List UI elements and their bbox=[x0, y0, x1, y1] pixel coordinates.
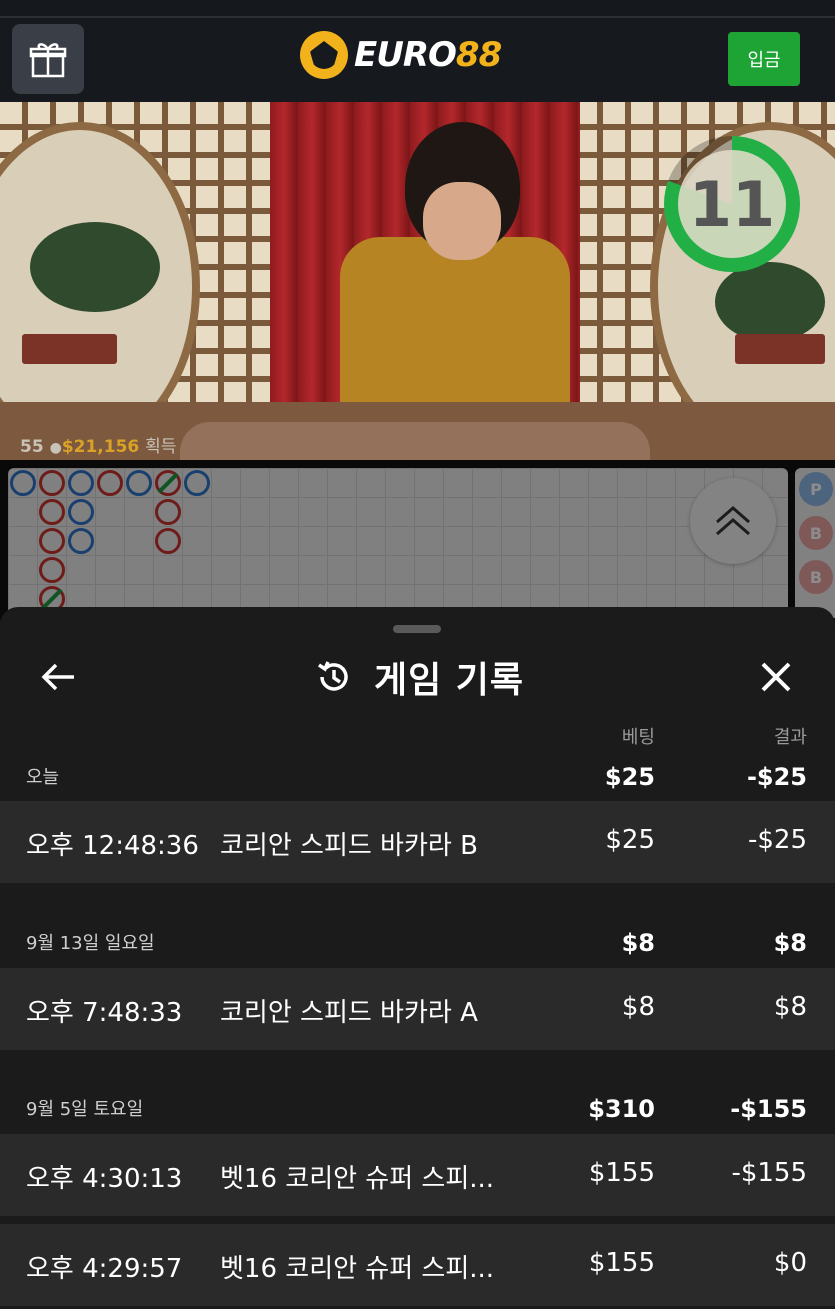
section-result-total: $8 bbox=[773, 929, 807, 957]
countdown-number: 11 bbox=[688, 167, 776, 241]
history-icon bbox=[318, 661, 348, 691]
dim-overlay bbox=[0, 460, 835, 620]
row-game: 벳16 코리안 슈퍼 스피... bbox=[220, 1254, 495, 1284]
countdown-timer: 11 bbox=[664, 136, 800, 272]
row-bet: $25 bbox=[605, 825, 655, 855]
row-bet: $155 bbox=[588, 1248, 655, 1278]
live-dealer-video: 11 55 ●$21,156 획득 bbox=[0, 102, 835, 460]
row-game: 코리안 스피드 바카라 A bbox=[220, 998, 478, 1028]
section-result-total: -$25 bbox=[746, 763, 807, 791]
row-bet: $8 bbox=[621, 992, 655, 1022]
person-icon: ● bbox=[49, 440, 62, 456]
soccer-ball-icon bbox=[300, 31, 348, 79]
history-row[interactable]: 오후 4:29:57 벳16 코리안 슈퍼 스피... $155 $0 bbox=[0, 1224, 835, 1306]
panel-title: 게임 기록 bbox=[314, 651, 524, 703]
win-info: 55 ●$21,156 획득 bbox=[20, 432, 176, 457]
section-bet-total: $310 bbox=[588, 1095, 655, 1123]
row-time: 오후 4:29:57 bbox=[26, 1254, 183, 1284]
date-section-header: 9월 13일 일요일 $8 $8 bbox=[0, 909, 835, 967]
title-text: 게임 기록 bbox=[374, 660, 525, 701]
row-game: 코리안 스피드 바카라 B bbox=[220, 831, 478, 861]
gift-icon bbox=[29, 43, 67, 78]
win-suffix: 획득 bbox=[145, 437, 177, 457]
section-result-total: -$155 bbox=[730, 1095, 807, 1123]
row-result: -$25 bbox=[747, 825, 807, 855]
row-time: 오후 12:48:36 bbox=[26, 831, 199, 861]
row-result: $8 bbox=[773, 992, 807, 1022]
history-row[interactable]: 오후 7:48:33 코리안 스피드 바카라 A $8 $8 bbox=[0, 968, 835, 1050]
row-result: -$155 bbox=[731, 1158, 807, 1188]
back-button[interactable] bbox=[30, 652, 86, 702]
section-bet-total: $25 bbox=[604, 763, 655, 791]
close-icon bbox=[761, 662, 791, 692]
date-section-header: 오늘 $25 -$25 bbox=[0, 743, 835, 801]
section-date: 9월 13일 일요일 bbox=[26, 933, 155, 954]
arrow-left-icon bbox=[41, 663, 74, 691]
history-row[interactable]: 오후 12:48:36 코리안 스피드 바카라 B $25 -$25 bbox=[0, 801, 835, 883]
row-time: 오후 4:30:13 bbox=[26, 1164, 183, 1194]
row-result: $0 bbox=[773, 1248, 807, 1278]
close-button[interactable] bbox=[748, 652, 804, 702]
deposit-button[interactable]: 입금 bbox=[728, 32, 800, 86]
euro88-logo[interactable]: EURO88 bbox=[300, 30, 502, 80]
gift-button[interactable] bbox=[12, 24, 84, 94]
players-count: 55 bbox=[20, 437, 44, 457]
win-amount: $21,156 bbox=[61, 437, 140, 457]
logo-text: EURO88 bbox=[354, 35, 502, 75]
game-history-panel: 게임 기록 베팅 결과 오늘 $25 -$25 오후 12:48:36 코리안 … bbox=[0, 607, 835, 1309]
row-bet: $155 bbox=[588, 1158, 655, 1188]
row-time: 오후 7:48:33 bbox=[26, 998, 183, 1028]
date-section-header: 9월 5일 토요일 $310 -$155 bbox=[0, 1075, 835, 1133]
section-date: 9월 5일 토요일 bbox=[26, 1099, 144, 1120]
drag-handle[interactable] bbox=[393, 625, 441, 633]
status-strip bbox=[0, 0, 835, 18]
row-game: 벳16 코리안 슈퍼 스피... bbox=[220, 1164, 495, 1194]
history-row[interactable]: 오후 4:30:13 벳16 코리안 슈퍼 스피... $155 -$155 bbox=[0, 1134, 835, 1216]
bonsai-tree bbox=[30, 222, 160, 312]
section-bet-total: $8 bbox=[621, 929, 655, 957]
bonsai-tree bbox=[715, 262, 825, 342]
top-header: EURO88 입금 bbox=[0, 18, 835, 102]
section-date: 오늘 bbox=[26, 767, 60, 788]
